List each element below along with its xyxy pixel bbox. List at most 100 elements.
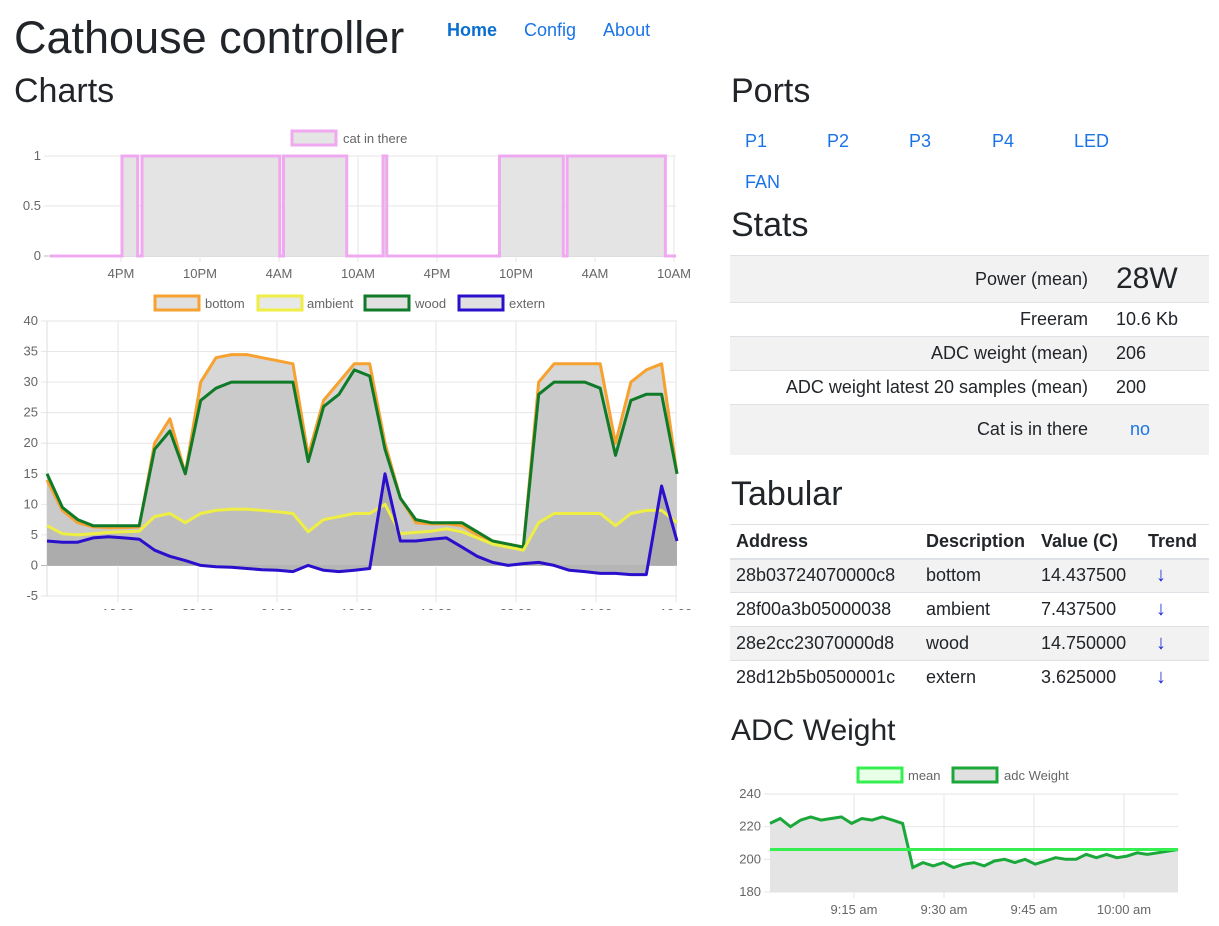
x-tick-label: 04:00	[261, 606, 294, 610]
area-adc	[770, 816, 1178, 892]
port-link-fan[interactable]: FAN	[745, 172, 780, 193]
x-tick-label: 4PM	[108, 266, 135, 281]
trend-down-icon: ↓	[1156, 564, 1166, 587]
cell-description: wood	[920, 626, 1035, 661]
y-tick-label: 220	[739, 819, 761, 834]
table-row: 28e2cc23070000d8 wood 14.750000 ↓	[730, 626, 1209, 661]
legend-swatch-extern	[457, 294, 505, 312]
port-link-p2[interactable]: P2	[827, 131, 849, 152]
nav-home[interactable]: Home	[447, 20, 497, 41]
x-tick-label: 4AM	[582, 266, 609, 281]
x-tick-label: 10:00 am	[1097, 902, 1151, 917]
nav-config[interactable]: Config	[524, 20, 576, 41]
x-tick-label: 04:00	[580, 606, 613, 610]
cell-description: extern	[920, 660, 1035, 695]
y-tick-label: 25	[24, 405, 38, 420]
x-tick-label: 10:00	[660, 606, 693, 610]
col-header-description: Description	[920, 524, 1035, 560]
temperature-chart: bottom ambient wood extern -5 0 5 10 15 20 25 3…	[24, 294, 693, 610]
adc-chart: mean adc Weight 180 200 220 240 9:15 am 9:30 …	[739, 766, 1179, 917]
legend-label-ambient: ambient	[307, 296, 354, 311]
trend-down-icon: ↓	[1156, 632, 1166, 654]
stats-row-freeram: Freeram 10.6 Kb	[730, 302, 1209, 337]
x-tick-label: 10:00	[341, 606, 374, 610]
table-row: 28b03724070000c8 bottom 14.437500 ↓	[730, 558, 1209, 593]
stats-value: 200	[1110, 370, 1209, 405]
stats-label: ADC weight (mean)	[730, 336, 1110, 371]
y-tick-label: 180	[739, 884, 761, 899]
legend-label-wood: wood	[414, 296, 446, 311]
x-tick-label: 22:00	[500, 606, 533, 610]
stats-label: ADC weight latest 20 samples (mean)	[730, 370, 1110, 405]
sensor-table: Address Description Value (C) Trend 28b0…	[730, 524, 1209, 695]
legend-swatch-mean	[856, 766, 904, 784]
stats-row-power: Power (mean) 28W	[730, 255, 1209, 303]
ports-heading: Ports	[731, 72, 811, 110]
x-tick-label: 22:00	[182, 606, 215, 610]
port-link-p1[interactable]: P1	[745, 131, 767, 152]
cell-description: ambient	[920, 592, 1035, 627]
port-link-p4[interactable]: P4	[992, 131, 1014, 152]
stats-row-cat: Cat is in there no	[730, 404, 1209, 455]
cell-address: 28f00a3b05000038	[730, 592, 920, 627]
y-tick-label: 40	[24, 313, 38, 328]
port-link-p3[interactable]: P3	[909, 131, 931, 152]
stats-label: Cat is in there	[730, 404, 1110, 455]
x-tick-label: 16:00	[420, 606, 453, 610]
stats-label: Freeram	[730, 302, 1110, 337]
x-tick-label: 16:00	[102, 606, 135, 610]
y-tick-label: 0	[31, 557, 38, 572]
app-title: Cathouse controller	[14, 12, 405, 63]
stats-value: 10.6 Kb	[1110, 302, 1209, 337]
col-header-trend: Trend	[1142, 524, 1209, 560]
legend-label-bottom: bottom	[205, 296, 245, 311]
x-tick-label: 4AM	[266, 266, 293, 281]
cell-description: bottom	[920, 558, 1035, 593]
stats-label: Power (mean)	[730, 255, 1110, 303]
y-tick-label: 200	[739, 851, 761, 866]
legend-label-adc: adc Weight	[1004, 768, 1069, 783]
x-tick-label: 10AM	[657, 266, 691, 281]
cat-chart: cat in there 0 0.5 1 4PM 10PM 4AM 10AM 4PM 10PM 4…	[23, 129, 691, 281]
legend-swatch-cat	[290, 129, 338, 147]
legend-swatch-adc	[951, 766, 999, 784]
legend-label-cat: cat in there	[343, 131, 407, 146]
col-header-address: Address	[730, 524, 920, 560]
cell-address: 28b03724070000c8	[730, 558, 920, 593]
stats-heading: Stats	[731, 206, 809, 244]
adc-heading: ADC Weight	[731, 714, 896, 747]
table-row: 28f00a3b05000038 ambient 7.437500 ↓	[730, 592, 1209, 627]
x-tick-label: 9:15 am	[831, 902, 878, 917]
y-tick-label: 15	[24, 466, 38, 481]
y-tick-label: 30	[24, 374, 38, 389]
stats-row-adc-latest: ADC weight latest 20 samples (mean) 200	[730, 370, 1209, 405]
cat-legend[interactable]: cat in there	[290, 129, 407, 147]
table-row: 28d12b5b0500001c extern 3.625000 ↓	[730, 660, 1209, 695]
y-tick-label: 0	[34, 248, 41, 263]
legend-swatch-wood	[363, 294, 411, 312]
legend-swatch-bottom	[153, 294, 201, 312]
nav-about[interactable]: About	[603, 20, 650, 41]
x-tick-label: 10PM	[183, 266, 217, 281]
cat-status-link[interactable]: no	[1116, 419, 1150, 439]
adc-legend[interactable]: mean adc Weight	[856, 766, 1069, 784]
main-nav: Home Config About	[447, 20, 677, 41]
cell-value: 7.437500	[1035, 592, 1142, 627]
temp-legend[interactable]: bottom ambient wood extern	[153, 294, 545, 312]
y-tick-label: -5	[26, 588, 38, 603]
x-tick-label: 10AM	[341, 266, 375, 281]
y-tick-label: 1	[34, 148, 41, 163]
stats-row-adc-mean: ADC weight (mean) 206	[730, 336, 1209, 371]
tabular-heading: Tabular	[731, 475, 843, 513]
port-link-led[interactable]: LED	[1074, 131, 1109, 152]
cell-value: 14.750000	[1035, 626, 1142, 661]
stats-value: 206	[1110, 336, 1209, 371]
cell-address: 28e2cc23070000d8	[730, 626, 920, 661]
cell-value: 14.437500	[1035, 558, 1142, 593]
y-tick-label: 240	[739, 786, 761, 801]
legend-label-mean: mean	[908, 768, 941, 783]
trend-down-icon: ↓	[1156, 666, 1166, 689]
y-tick-label: 5	[31, 527, 38, 542]
trend-down-icon: ↓	[1156, 598, 1166, 620]
cell-address: 28d12b5b0500001c	[730, 660, 920, 695]
